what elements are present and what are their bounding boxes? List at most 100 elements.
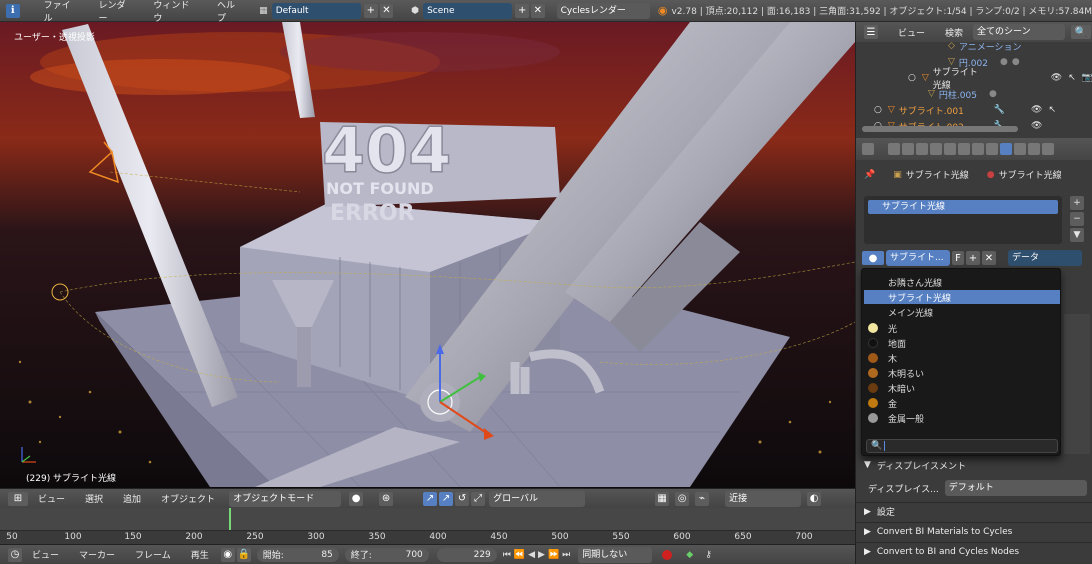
outliner-search-menu[interactable]: 検索 [935, 26, 973, 39]
render-layers-tab-icon[interactable] [902, 143, 914, 155]
layout-grid-icon[interactable]: ▦ [259, 6, 268, 16]
mode-select[interactable]: オブジェクトモード [229, 490, 342, 507]
convert-nodes-section-header[interactable]: ▶ Convert to BI and Cycles Nodes [856, 542, 1092, 560]
material-option[interactable]: 金属一般 [864, 411, 1060, 425]
expand-icon[interactable]: ○ [908, 73, 916, 83]
layout-field[interactable]: Default [271, 2, 362, 19]
play-reverse-icon[interactable]: ◀ [528, 550, 535, 560]
timeline-editor-icon[interactable]: ◷ [8, 547, 22, 562]
visibility-eye-icon[interactable]: 👁 [1051, 73, 1062, 83]
displacement-method-select[interactable]: デフォルト [944, 480, 1087, 496]
tl-menu-view[interactable]: ビュー [22, 548, 69, 561]
outliner-view-menu[interactable]: ビュー [888, 26, 935, 39]
menu-render[interactable]: レンダー [88, 0, 143, 24]
vp-menu-select[interactable]: 選択 [75, 492, 113, 505]
tl-menu-frame[interactable]: フレーム [125, 548, 181, 561]
add-scene-button[interactable]: + [515, 3, 530, 18]
play-icon[interactable]: ▶ [538, 550, 545, 560]
start-frame-field[interactable]: 開始: 85 [256, 547, 339, 562]
outliner-scrollbar[interactable] [862, 126, 1018, 132]
material-option[interactable]: 木 [864, 351, 1060, 365]
shading-icon[interactable]: ● [349, 491, 364, 506]
render-tab-icon[interactable] [888, 143, 900, 155]
render-engine-select[interactable]: Cyclesレンダー [556, 2, 650, 19]
slot-specials-button[interactable]: ▼ [1070, 228, 1084, 242]
link-type-select[interactable]: データ [1008, 250, 1082, 266]
outliner-search-icon[interactable]: 🔍 [1071, 25, 1092, 39]
vp-menu-add[interactable]: 追加 [113, 492, 151, 505]
preview-range-icon[interactable]: ◉ [220, 547, 235, 562]
scene-field[interactable]: Scene [423, 2, 513, 19]
menu-file[interactable]: ファイル [34, 0, 89, 24]
material-slot-list[interactable]: サブライト光線 [864, 196, 1062, 244]
properties-editor-icon[interactable] [862, 143, 874, 155]
orientation-select[interactable]: グローバル [489, 490, 586, 507]
render-camera-icon[interactable]: 📷 [1082, 73, 1092, 83]
3d-viewport[interactable]: 404 NOT FOUND ERROR ユーザー・透視投影 (229) サブライ… [0, 22, 855, 488]
translate-icon[interactable]: ↗ [439, 491, 454, 506]
texture-tab-icon[interactable] [1014, 143, 1026, 155]
material-tab-icon[interactable] [1000, 143, 1012, 155]
outliner-editor-icon[interactable]: ☰ [864, 25, 878, 39]
sync-select[interactable]: 同期しない [578, 546, 653, 563]
end-frame-field[interactable]: 終了: 700 [344, 547, 429, 562]
timeline[interactable]: 50 100 150 200 250 300 350 400 450 500 5… [0, 508, 855, 544]
expand-icon[interactable]: ○ [874, 105, 882, 115]
particles-tab-icon[interactable] [1028, 143, 1040, 155]
material-option[interactable]: 木暗い [864, 381, 1060, 395]
keying-set-icon[interactable]: ◆ [686, 550, 693, 560]
material-option[interactable]: お隣さん光線 [864, 275, 1060, 289]
select-arrow-icon[interactable]: ↖ [1048, 105, 1056, 115]
scale-icon[interactable]: ⤢ [471, 491, 486, 506]
outliner[interactable]: ☰ ビュー 検索 全てのシーン 🔍 ◇ アニメーション ▽ 円.002 ● ● … [855, 22, 1092, 138]
layers-icon[interactable]: ▦ [655, 491, 670, 506]
jump-start-icon[interactable]: ⏮ [503, 550, 511, 560]
menu-help[interactable]: ヘルプ [207, 0, 253, 24]
prev-key-icon[interactable]: ⏪ [514, 550, 525, 560]
settings-section-header[interactable]: ▶ 設定 [856, 502, 1092, 520]
pivot-icon[interactable]: ⊛ [379, 491, 394, 506]
world-tab-icon[interactable] [930, 143, 942, 155]
unlink-material-button[interactable]: ✕ [982, 251, 996, 265]
material-option[interactable]: 光 [864, 321, 1060, 335]
displacement-section-header[interactable]: ▼ ディスプレイスメント [856, 456, 1092, 474]
material-slot-item[interactable]: サブライト光線 [868, 200, 1058, 214]
material-option[interactable]: 木明るい [864, 366, 1060, 380]
slot-add-button[interactable]: + [1070, 196, 1084, 210]
new-material-button[interactable]: + [966, 251, 980, 265]
dropdown-search-input[interactable]: 🔍 [866, 439, 1058, 453]
slot-remove-button[interactable]: − [1070, 212, 1084, 226]
select-arrow-icon[interactable]: ↖ [1068, 73, 1076, 83]
next-key-icon[interactable]: ⏩ [548, 550, 559, 560]
constraints-tab-icon[interactable] [958, 143, 970, 155]
current-frame-marker[interactable] [229, 508, 231, 530]
current-frame-field[interactable]: 229 [436, 547, 497, 562]
timeline-track[interactable] [0, 508, 855, 530]
material-browse-dropdown[interactable]: お隣さん光線 サブライト光線 メイン光線 光 地面 木 木明るい 木暗い 金 金… [861, 268, 1061, 456]
object-tab-icon[interactable] [944, 143, 956, 155]
vp-menu-object[interactable]: オブジェクト [151, 492, 225, 505]
rotate-icon[interactable]: ↺ [455, 491, 470, 506]
browse-material-icon[interactable]: ● [862, 251, 884, 265]
menu-window[interactable]: ウィンドウ [143, 0, 207, 24]
material-option[interactable]: 金 [864, 396, 1060, 410]
add-layout-button[interactable]: + [364, 3, 378, 18]
manipulator-toggle-icon[interactable]: ↗ [423, 491, 438, 506]
snap-target-select[interactable]: 近接 [725, 490, 802, 507]
material-name-field[interactable]: サブライト... [886, 250, 950, 266]
modifiers-tab-icon[interactable] [972, 143, 984, 155]
convert-bi-section-header[interactable]: ▶ Convert BI Materials to Cycles [856, 522, 1092, 540]
snap-icon[interactable]: ⌁ [695, 491, 710, 506]
editor-type-icon[interactable]: ⊞ [8, 491, 28, 506]
fake-user-button[interactable]: F [952, 251, 964, 265]
remove-scene-button[interactable]: ✕ [531, 3, 545, 18]
outliner-row[interactable]: ◇ アニメーション [856, 38, 1092, 54]
vp-menu-view[interactable]: ビュー [28, 492, 75, 505]
outliner-row[interactable]: ▽ 円柱.005 ● [856, 86, 1092, 102]
pin-icon[interactable]: 📌 [864, 170, 875, 180]
info-icon[interactable]: ℹ [6, 3, 20, 18]
visibility-eye-icon[interactable]: 👁 [1031, 121, 1042, 131]
material-option[interactable]: メイン光線 [864, 305, 1060, 319]
tl-menu-marker[interactable]: マーカー [69, 548, 125, 561]
render-preview-icon[interactable]: ◐ [807, 491, 822, 506]
